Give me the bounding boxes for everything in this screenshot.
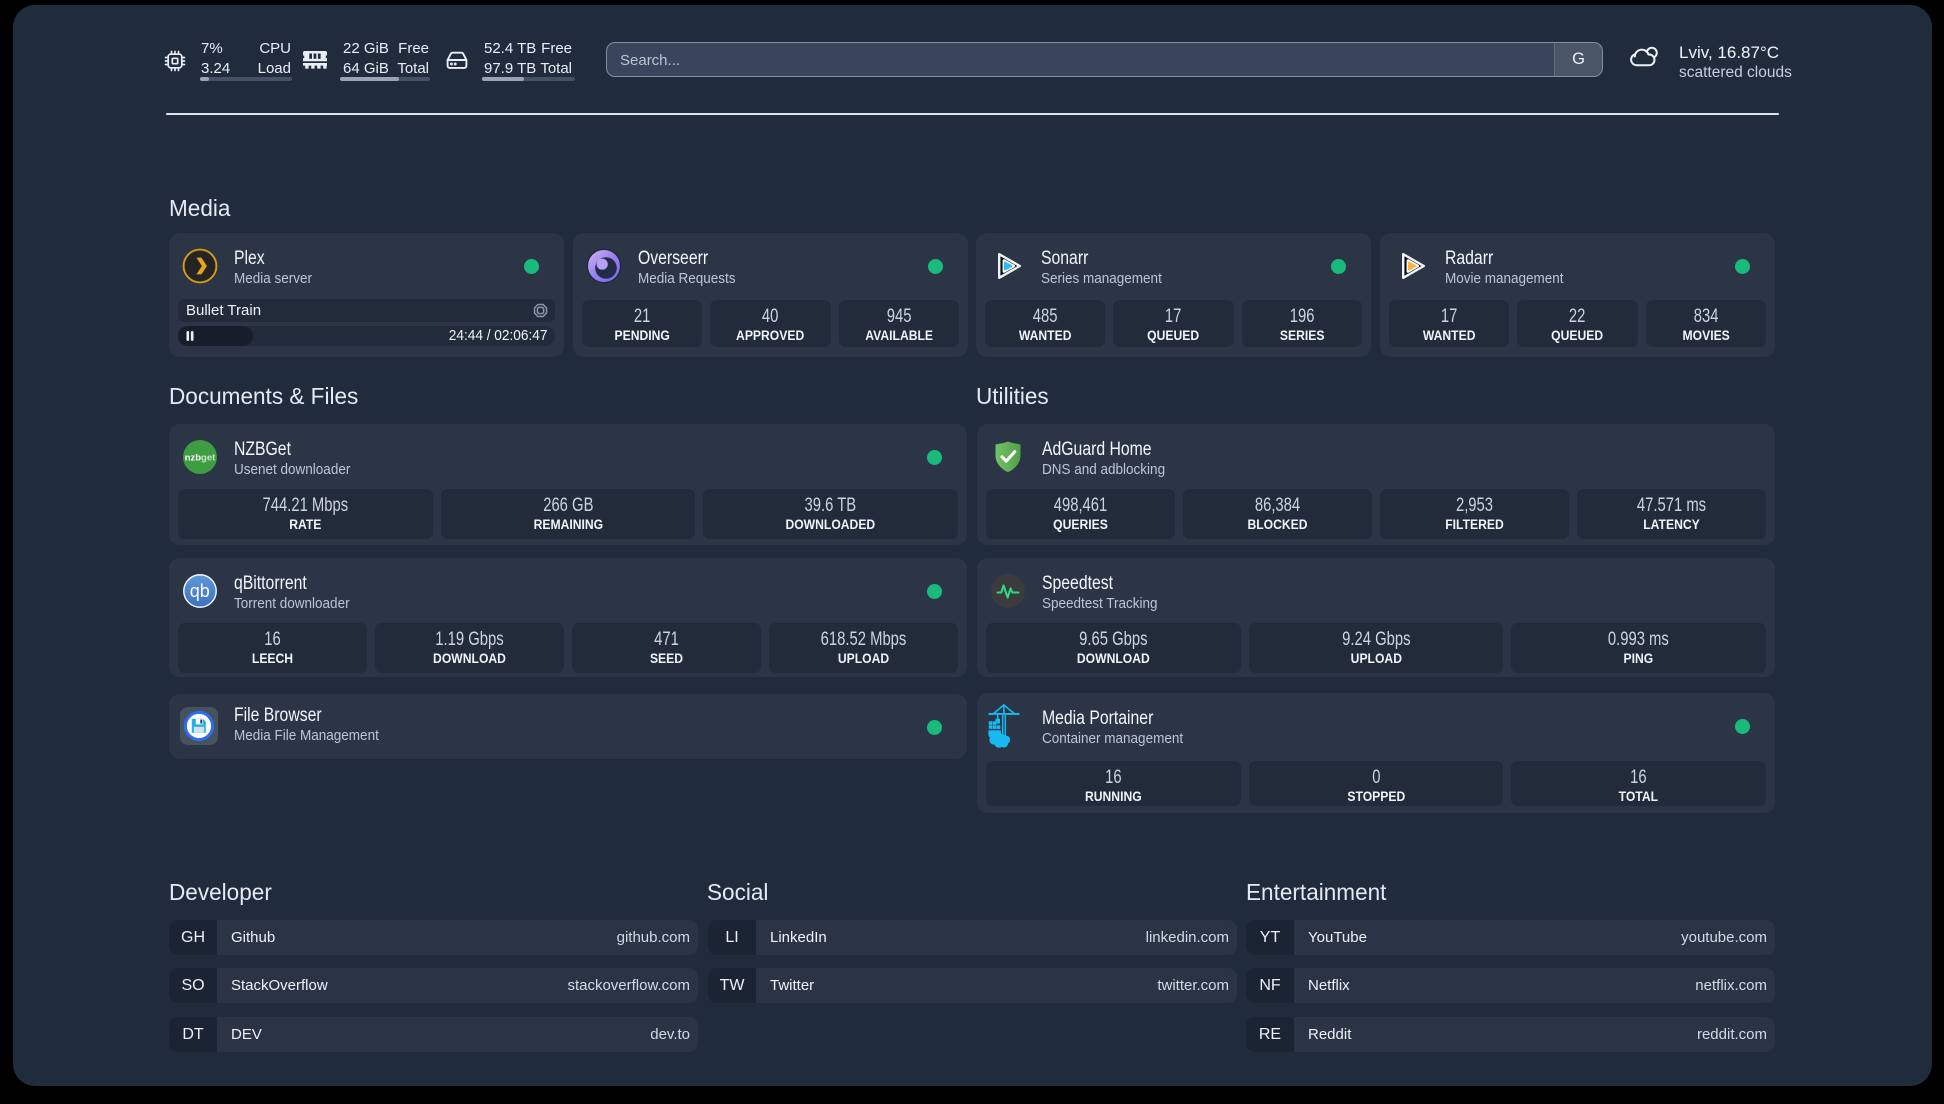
svg-text:nzbget: nzbget (185, 453, 216, 464)
svg-text:qb: qb (190, 581, 210, 601)
